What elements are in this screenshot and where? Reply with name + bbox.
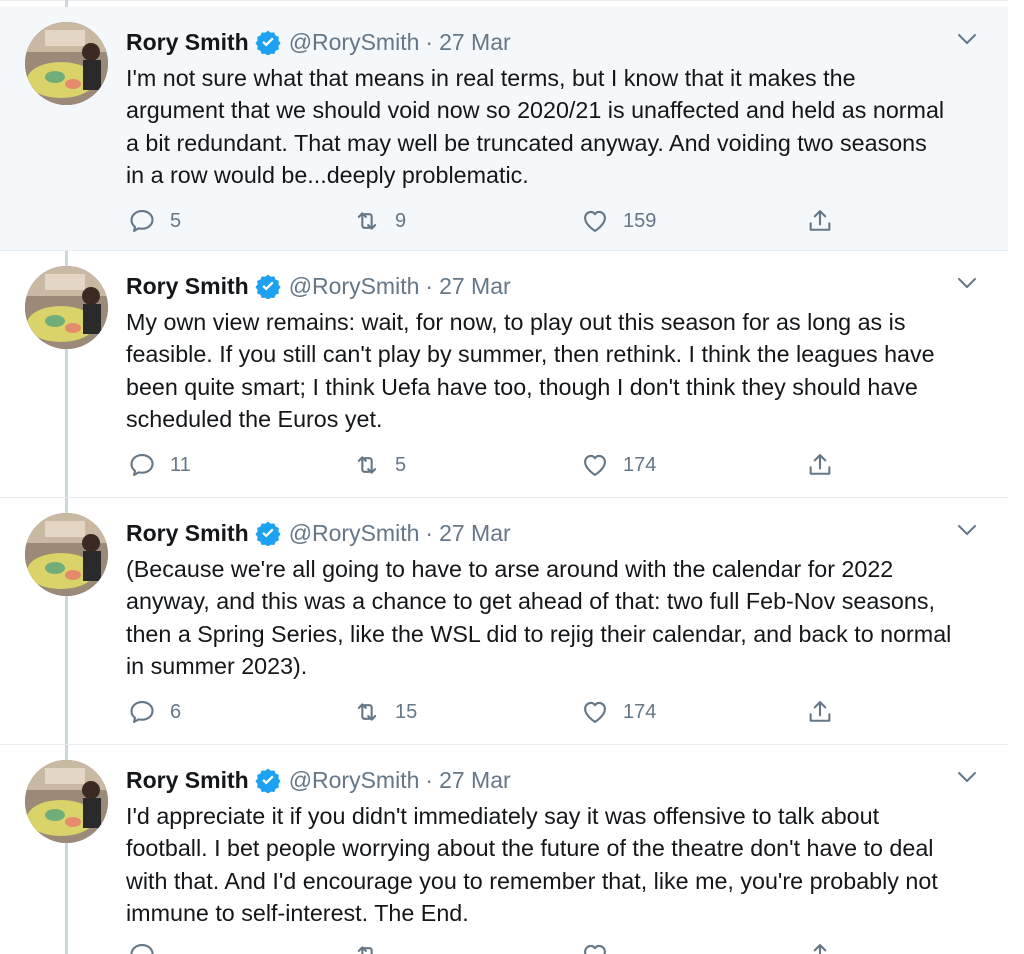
avatar[interactable]: [25, 266, 108, 349]
tweet[interactable]: Rory Smith @RorySmith · 27 Mar (Because …: [0, 498, 1008, 745]
like-button[interactable]: [581, 937, 623, 954]
author-name[interactable]: Rory Smith: [126, 767, 249, 794]
verified-badge-icon: [255, 30, 281, 55]
heart-icon: [584, 454, 606, 476]
like-button[interactable]: 174: [581, 694, 656, 730]
share-icon: [809, 210, 831, 231]
like-button[interactable]: 159: [581, 203, 656, 239]
tweet-thread: Rory Smith @RorySmith · 27 Mar I'm not s…: [0, 0, 1024, 954]
chevron-down-icon[interactable]: [955, 518, 979, 542]
retweet-icon: [357, 946, 373, 954]
retweet-icon: [357, 703, 377, 721]
share-icon: [809, 701, 831, 722]
chevron-down-icon[interactable]: [955, 765, 979, 789]
tweet[interactable]: Rory Smith @RorySmith · 27 Mar I'd appre…: [0, 745, 1008, 954]
tweet-header: Rory Smith @RorySmith · 27 Mar: [126, 764, 511, 796]
tweet-header: Rory Smith @RorySmith · 27 Mar: [126, 270, 511, 302]
retweet-count: 9: [395, 209, 407, 232]
share-button[interactable]: [806, 937, 848, 954]
heart-icon: [584, 944, 606, 954]
like-count: 174: [623, 453, 657, 476]
tweet-actions: 6 15 174: [126, 694, 846, 730]
tweet-text: I'd appreciate it if you didn't immediat…: [126, 803, 938, 926]
retweet-icon: [357, 456, 377, 474]
separator: ·: [425, 272, 434, 299]
heart-icon: [584, 210, 606, 232]
share-button[interactable]: [806, 447, 848, 483]
share-button[interactable]: [806, 203, 848, 239]
tweet-text: My own view remains: wait, for now, to p…: [126, 309, 935, 432]
heart-icon: [584, 701, 606, 723]
tweet-actions: 5 9 159: [126, 203, 846, 239]
chevron-down-icon[interactable]: [955, 271, 979, 295]
reply-button[interactable]: 6: [128, 694, 181, 730]
like-button[interactable]: 174: [581, 447, 656, 483]
avatar[interactable]: [25, 760, 108, 843]
verified-badge-icon: [255, 521, 281, 546]
reply-button[interactable]: 11: [128, 447, 191, 483]
author-name[interactable]: Rory Smith: [126, 520, 249, 547]
divider: [0, 0, 1008, 1]
author-handle[interactable]: @RorySmith: [289, 273, 420, 300]
reply-icon: [130, 210, 154, 232]
tweet-actions: [126, 937, 846, 954]
avatar[interactable]: [25, 22, 108, 105]
author-name[interactable]: Rory Smith: [126, 273, 249, 300]
author-handle[interactable]: @RorySmith: [289, 767, 420, 794]
separator: ·: [425, 28, 434, 55]
author-handle[interactable]: @RorySmith: [289, 520, 420, 547]
chevron-down-icon[interactable]: [955, 27, 979, 51]
retweet-button[interactable]: 9: [353, 203, 406, 239]
verified-badge-icon: [255, 768, 281, 793]
reply-button[interactable]: 5: [128, 203, 181, 239]
reply-icon: [130, 454, 154, 476]
tweet-date[interactable]: 27 Mar: [439, 520, 511, 547]
share-button[interactable]: [806, 694, 848, 730]
like-count: 159: [623, 209, 657, 232]
separator: ·: [425, 766, 434, 793]
verified-badge-icon: [255, 274, 281, 299]
reply-icon: [130, 944, 154, 954]
author-name[interactable]: Rory Smith: [126, 29, 249, 56]
reply-count: 11: [170, 453, 191, 476]
retweet-button[interactable]: 15: [353, 694, 417, 730]
retweet-button[interactable]: 5: [353, 447, 406, 483]
tweet[interactable]: Rory Smith @RorySmith · 27 Mar My own vi…: [0, 251, 1008, 498]
tweet-actions: 11 5 174: [126, 447, 846, 483]
reply-count: 5: [170, 209, 182, 232]
retweet-count: 15: [395, 700, 418, 723]
separator: ·: [425, 519, 434, 546]
author-handle[interactable]: @RorySmith: [289, 29, 420, 56]
reply-icon: [130, 701, 154, 723]
avatar[interactable]: [25, 513, 108, 596]
tweet-text: (Because we're all going to have to arse…: [126, 556, 952, 679]
tweet-header: Rory Smith @RorySmith · 27 Mar: [126, 26, 511, 58]
tweet-date[interactable]: 27 Mar: [439, 273, 511, 300]
tweet[interactable]: Rory Smith @RorySmith · 27 Mar I'm not s…: [0, 7, 1008, 251]
tweet-date[interactable]: 27 Mar: [439, 767, 511, 794]
share-icon: [813, 944, 827, 954]
reply-count: 6: [170, 700, 182, 723]
retweet-count: 5: [395, 453, 407, 476]
reply-button[interactable]: [128, 937, 170, 954]
tweet-text: I'm not sure what that means in real ter…: [126, 65, 945, 188]
tweet-date[interactable]: 27 Mar: [439, 29, 511, 56]
tweet-header: Rory Smith @RorySmith · 27 Mar: [126, 517, 511, 549]
like-count: 174: [623, 700, 657, 723]
retweet-button[interactable]: [353, 937, 395, 954]
retweet-icon: [357, 212, 377, 230]
share-icon: [809, 454, 831, 475]
